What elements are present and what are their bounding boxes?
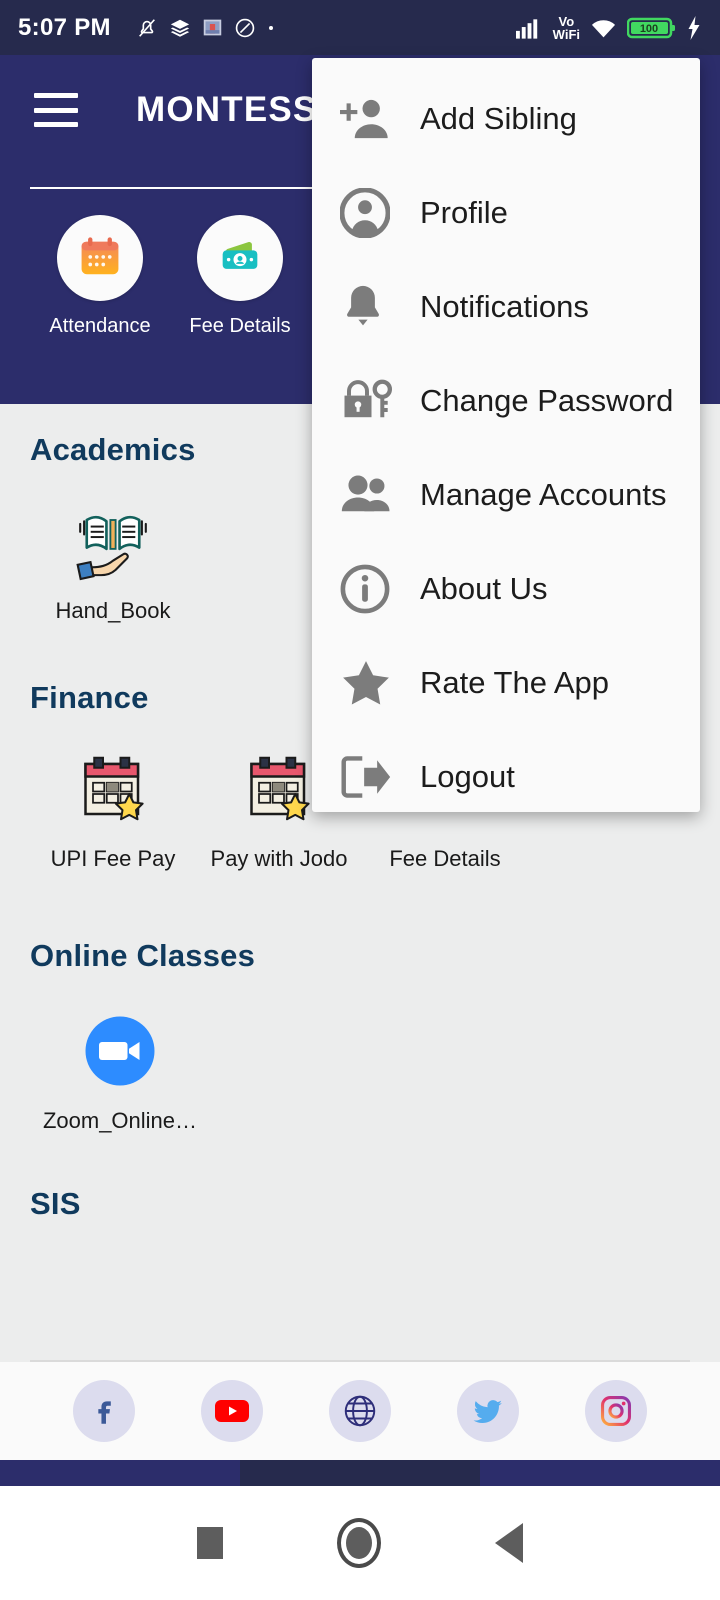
- section-heading: SIS: [30, 1186, 81, 1221]
- twitter-icon[interactable]: [457, 1380, 519, 1442]
- quick-action-label: Fee Details: [189, 315, 291, 337]
- svg-text:100: 100: [640, 23, 658, 35]
- menu-item-label: Rate The App: [420, 665, 610, 700]
- menu-item-manage-accounts[interactable]: Manage Accounts: [312, 448, 700, 542]
- menu-item-label: Add Sibling: [420, 101, 577, 136]
- bell-icon: [340, 282, 412, 332]
- menu-item-rate-the-app[interactable]: Rate The App: [312, 636, 700, 730]
- square-recents-icon[interactable]: [197, 1527, 223, 1559]
- photo-icon: [202, 17, 223, 38]
- website-globe-icon[interactable]: [329, 1380, 391, 1442]
- charging-bolt-icon: [687, 15, 702, 40]
- person-add-icon: [340, 96, 412, 142]
- status-bar-left: 5:07 PM: [18, 14, 516, 42]
- circle-slash-icon: [234, 17, 256, 39]
- battery-icon: 100: [627, 16, 677, 40]
- instagram-icon[interactable]: [585, 1380, 647, 1442]
- calendar-star-icon: [236, 746, 322, 832]
- info-circle-icon: [340, 564, 412, 614]
- menu-item-label: Change Password: [420, 383, 674, 418]
- menu-item-change-password[interactable]: Change Password: [312, 354, 700, 448]
- android-navigation-bar: [0, 1486, 720, 1600]
- tile-zoom-online[interactable]: Zoom_Online…: [30, 1008, 210, 1134]
- menu-item-profile[interactable]: Profile: [312, 166, 700, 260]
- dot-icon: [267, 24, 275, 32]
- tile-row: Zoom_Online…: [30, 1008, 720, 1134]
- menu-item-logout[interactable]: Logout: [312, 730, 700, 824]
- volte-label-bottom: WiFi: [552, 26, 580, 42]
- status-time: 5:07 PM: [18, 13, 111, 41]
- wifi-icon: [590, 17, 617, 39]
- menu-item-label: Manage Accounts: [420, 477, 667, 512]
- menu-item-label: Logout: [420, 759, 515, 794]
- menu-item-label: Profile: [420, 195, 508, 230]
- status-bar: 5:07 PM Vo WiFi 100: [0, 0, 720, 55]
- book-on-hand-icon: [70, 498, 156, 584]
- people-icon: [340, 473, 412, 517]
- layers-icon: [169, 17, 191, 39]
- overflow-menu: Add Sibling Profile Notifications Change…: [312, 58, 700, 812]
- menu-item-label: About Us: [420, 571, 548, 606]
- calendar-icon: [57, 215, 143, 301]
- section-online-classes: Online Classes Zoom_Online…: [0, 872, 720, 1134]
- tile-label: UPI Fee Pay: [50, 846, 176, 871]
- status-bar-right: Vo WiFi 100: [515, 15, 702, 41]
- volte-wifi-icon: Vo WiFi: [553, 15, 580, 41]
- facebook-icon[interactable]: [73, 1380, 135, 1442]
- lock-key-icon: [340, 377, 412, 425]
- hamburger-icon[interactable]: [34, 93, 78, 127]
- signal-bars-icon: [515, 17, 543, 39]
- quick-action-fee-details[interactable]: Fee Details: [170, 215, 310, 338]
- section-heading: Online Classes: [30, 938, 256, 973]
- tile-label: Hand_Book: [55, 598, 171, 623]
- section-sis: SIS: [0, 1134, 720, 1222]
- bell-off-icon: [136, 16, 158, 40]
- tile-label: Zoom_Online…: [42, 1108, 198, 1133]
- social-links-bar: [0, 1362, 720, 1460]
- menu-item-add-sibling[interactable]: Add Sibling: [312, 72, 700, 166]
- menu-item-notifications[interactable]: Notifications: [312, 260, 700, 354]
- logout-icon: [340, 754, 412, 800]
- circle-home-icon[interactable]: [337, 1518, 381, 1568]
- app-screen: 5:07 PM Vo WiFi 100 MONTESSORI Attendanc…: [0, 0, 720, 1600]
- zoom-video-icon: [77, 1008, 163, 1094]
- star-icon: [340, 658, 412, 708]
- account-circle-icon: [340, 188, 412, 238]
- menu-item-about-us[interactable]: About Us: [312, 542, 700, 636]
- quick-action-label: Attendance: [49, 315, 151, 337]
- volte-label-top: Vo: [558, 13, 575, 29]
- triangle-back-icon[interactable]: [495, 1523, 523, 1563]
- tile-hand-book[interactable]: Hand_Book: [30, 498, 196, 624]
- tile-label: Pay with Jodo: [210, 846, 348, 871]
- bottom-navy-strip-center: [240, 1460, 480, 1486]
- tile-upi-fee-pay[interactable]: UPI Fee Pay: [30, 746, 196, 872]
- tile-label: Fee Details: [389, 846, 501, 871]
- menu-item-label: Notifications: [420, 289, 589, 324]
- calendar-star-icon: [70, 746, 156, 832]
- quick-action-attendance[interactable]: Attendance: [30, 215, 170, 338]
- wallet-money-icon: [197, 215, 283, 301]
- youtube-icon[interactable]: [201, 1380, 263, 1442]
